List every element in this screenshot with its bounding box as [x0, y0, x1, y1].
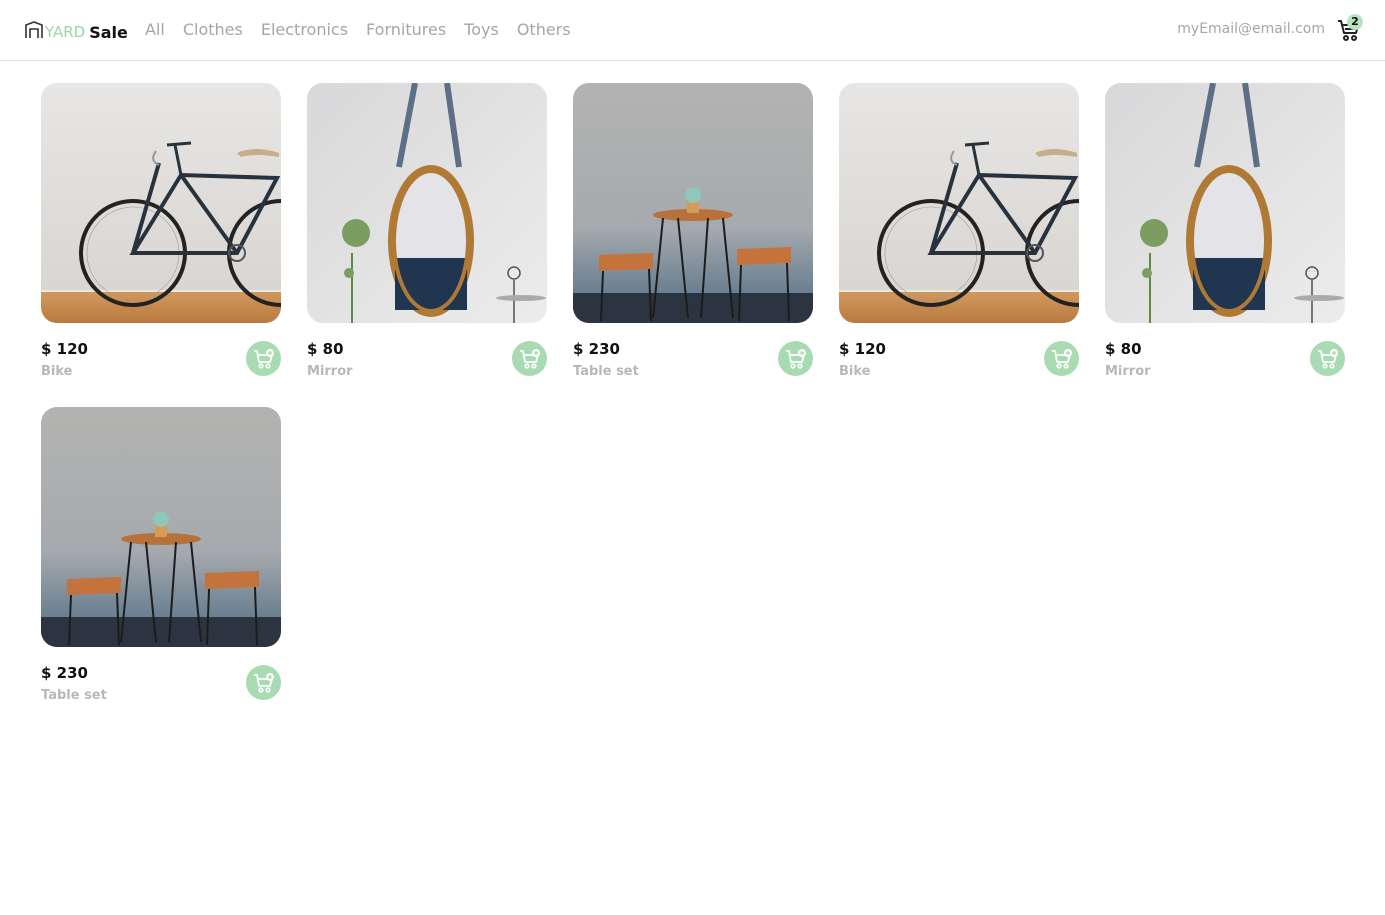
product-image-mirror[interactable] [1105, 83, 1345, 323]
add-to-cart-icon [1318, 349, 1338, 369]
mirror-image [307, 83, 547, 323]
product-name: Mirror [307, 364, 353, 379]
product-card: $ 230 Table set [41, 407, 281, 707]
product-image-mirror[interactable] [307, 83, 547, 323]
house-logo-icon [25, 21, 43, 38]
product-name: Bike [41, 364, 73, 379]
cart-count-badge: 2 [1347, 14, 1363, 30]
nav-item-toys[interactable]: Toys [464, 19, 499, 41]
add-to-cart-icon [254, 673, 274, 693]
add-to-cart-icon [1052, 349, 1072, 369]
product-name: Bike [839, 364, 871, 379]
nav-item-clothes[interactable]: Clothes [183, 19, 243, 41]
product-price: $ 120 [839, 340, 886, 358]
add-to-cart-button[interactable] [778, 341, 813, 376]
product-name: Mirror [1105, 364, 1151, 379]
product-price: $ 80 [307, 340, 344, 358]
shopping-cart-button[interactable]: 2 [1337, 14, 1363, 42]
product-card: $ 120 Bike [839, 83, 1079, 383]
product-name: Table set [41, 688, 107, 703]
top-navbar: YARD Sale All Clothes Electronics Fornit… [0, 0, 1385, 61]
product-price: $ 120 [41, 340, 88, 358]
user-email[interactable]: myEmail@email.com [1177, 21, 1325, 37]
add-to-cart-button[interactable] [246, 665, 281, 700]
table-set-image [573, 83, 813, 323]
add-to-cart-button[interactable] [246, 341, 281, 376]
brand-yard-text: YARD [45, 23, 86, 41]
nav-item-fornitures[interactable]: Fornitures [366, 19, 446, 41]
product-image-table-set[interactable] [41, 407, 281, 647]
nav-item-others[interactable]: Others [517, 19, 571, 41]
add-to-cart-button[interactable] [1310, 341, 1345, 376]
brand-logo[interactable]: YARD Sale [24, 18, 128, 42]
add-to-cart-icon [520, 349, 540, 369]
product-image-table-set[interactable] [573, 83, 813, 323]
add-to-cart-icon [786, 349, 806, 369]
table-set-image [41, 407, 281, 647]
mirror-image [1105, 83, 1345, 323]
product-price: $ 230 [573, 340, 620, 358]
bike-image [839, 83, 1079, 323]
product-card: $ 80 Mirror [307, 83, 547, 383]
brand-sale-text: Sale [89, 22, 128, 42]
add-to-cart-button[interactable] [512, 341, 547, 376]
product-card: $ 230 Table set [573, 83, 813, 383]
product-image-bike[interactable] [41, 83, 281, 323]
product-price: $ 230 [41, 664, 88, 682]
add-to-cart-button[interactable] [1044, 341, 1079, 376]
category-nav: All Clothes Electronics Fornitures Toys … [145, 19, 589, 41]
nav-item-all[interactable]: All [145, 19, 165, 41]
product-name: Table set [573, 364, 639, 379]
product-price: $ 80 [1105, 340, 1142, 358]
bike-image [41, 83, 281, 323]
nav-item-electronics[interactable]: Electronics [261, 19, 348, 41]
product-card: $ 80 Mirror [1105, 83, 1345, 383]
product-card: $ 120 Bike [41, 83, 281, 383]
product-image-bike[interactable] [839, 83, 1079, 323]
add-to-cart-icon [254, 349, 274, 369]
